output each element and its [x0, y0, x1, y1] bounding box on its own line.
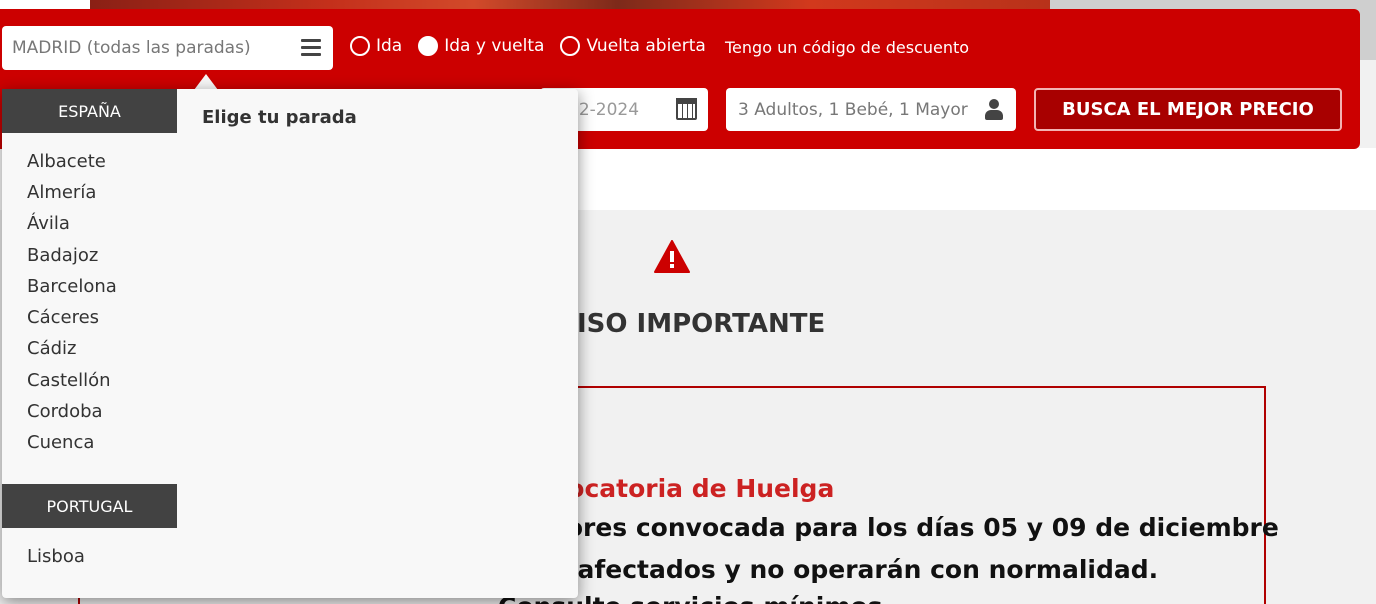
stop-item[interactable]: Cordoba [27, 401, 103, 422]
notice-text: cores convocada para [551, 513, 867, 542]
discount-code-link[interactable]: Tengo un código de descuento [725, 38, 969, 57]
stop-item[interactable]: Ávila [27, 213, 70, 234]
country-tab-portugal[interactable]: PORTUGAL [2, 484, 177, 528]
dropdown-caret [194, 74, 218, 90]
stop-item[interactable]: Cáceres [27, 307, 99, 328]
passengers-value: 3 Adultos, 1 Bebé, 1 Mayor [738, 99, 968, 120]
search-button[interactable]: BUSCA EL MEJOR PRECIO [1034, 88, 1342, 131]
date-value: 12-2024 [568, 99, 640, 120]
calendar-icon[interactable] [676, 98, 697, 120]
user-icon [985, 99, 1003, 121]
radio-ida-y-vuelta[interactable]: Ida y vuelta [418, 36, 544, 56]
radio-vuelta-abierta[interactable]: Vuelta abierta [560, 36, 706, 56]
warning-icon [654, 240, 690, 273]
stop-item[interactable]: Castellón [27, 370, 111, 391]
stop-item[interactable]: Barcelona [27, 276, 117, 297]
country-tab-espana[interactable]: ESPAÑA [2, 89, 177, 133]
stop-item[interactable]: Cádiz [27, 338, 76, 359]
radio-circle-icon [560, 36, 581, 56]
stop-item[interactable]: Albacete [27, 151, 106, 172]
notice-line: n afectados y no operarán con normalidad… [551, 555, 1159, 584]
radio-ida[interactable]: Ida [350, 36, 402, 56]
origin-select[interactable]: MADRID (todas las paradas) [2, 26, 333, 70]
notice-heading: ISO IMPORTANTE [577, 309, 826, 339]
radio-label: Ida y vuelta [444, 36, 545, 56]
origin-value: MADRID (todas las paradas) [12, 38, 251, 58]
notice-dates: los días 05 y 09 de diciembre [866, 513, 1279, 542]
menu-icon[interactable] [301, 39, 321, 57]
radio-label: Vuelta abierta [586, 36, 706, 56]
passengers-input[interactable]: 3 Adultos, 1 Bebé, 1 Mayor [726, 88, 1016, 131]
radio-circle-checked-icon [418, 36, 439, 56]
stop-item[interactable]: Lisboa [27, 546, 85, 567]
trip-type-group: Ida Ida y vuelta Vuelta abierta [350, 36, 722, 56]
notice-line: cores convocada para los días 05 y 09 de… [551, 513, 1279, 542]
stop-item[interactable]: Badajoz [27, 245, 98, 266]
stop-item[interactable]: Almería [27, 182, 96, 203]
radio-circle-icon [350, 36, 370, 56]
notice-title: vocatoria de Huelga [551, 474, 835, 503]
stop-item[interactable]: Cuenca [27, 432, 94, 453]
stop-dropdown: ESPAÑA Elige tu parada Albacete Almería … [2, 89, 578, 598]
dropdown-title: Elige tu parada [202, 107, 357, 128]
radio-label: Ida [376, 36, 403, 56]
